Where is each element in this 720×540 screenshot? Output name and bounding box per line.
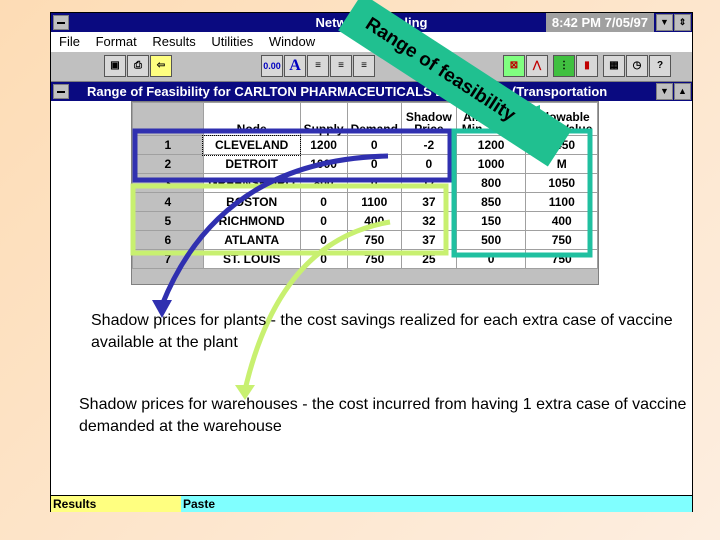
- warehouses-note-line2: demanded at the warehouse: [79, 418, 282, 435]
- warehouses-note-line1: Shadow prices for warehouses - the cost …: [79, 396, 687, 413]
- annotation-overlay: [130, 105, 593, 400]
- warehouses-arrow: [242, 219, 391, 391]
- warehouses-highlight-box: [130, 183, 449, 256]
- plants-note-line1: Shadow prices for plants - the cost savi…: [91, 312, 673, 329]
- plants-note-line2: available at the plant: [91, 334, 238, 351]
